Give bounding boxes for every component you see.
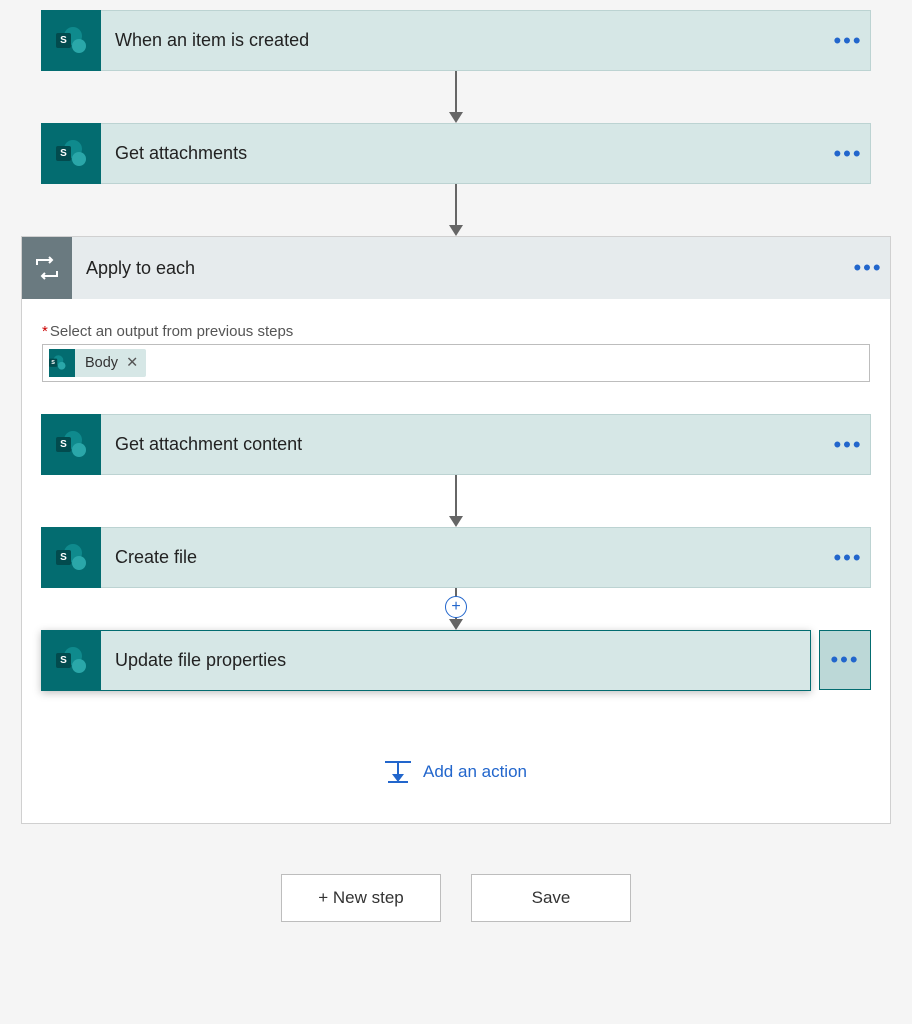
token-remove-icon[interactable]: ✕ <box>126 355 138 371</box>
dynamic-content-token[interactable]: S Body ✕ <box>49 349 146 377</box>
sharepoint-icon: S <box>41 10 101 71</box>
add-action-icon <box>385 761 411 783</box>
flow-canvas: S When an item is created ••• S Get atta… <box>0 10 912 922</box>
sharepoint-icon: S <box>41 630 101 691</box>
update-file-properties-card[interactable]: S Update file properties <box>41 630 811 691</box>
card-menu-button[interactable]: ••• <box>819 630 871 690</box>
connector-arrow[interactable]: + <box>449 588 463 630</box>
footer-buttons: + New step Save <box>281 874 631 922</box>
create-file-card[interactable]: S Create file ••• <box>41 527 871 588</box>
card-title: Get attachment content <box>101 434 826 455</box>
card-title: Get attachments <box>101 143 826 164</box>
loop-icon <box>22 237 72 299</box>
card-menu-button[interactable]: ••• <box>846 255 890 281</box>
apply-to-each-container: Apply to each ••• *Select an output from… <box>21 236 891 824</box>
card-title: Create file <box>101 547 826 568</box>
new-step-button[interactable]: + New step <box>281 874 441 922</box>
get-attachment-content-card[interactable]: S Get attachment content ••• <box>41 414 871 475</box>
connector-arrow[interactable] <box>449 71 463 123</box>
save-button[interactable]: Save <box>471 874 631 922</box>
sharepoint-icon: S <box>41 414 101 475</box>
sharepoint-icon: S <box>49 349 75 377</box>
trigger-card[interactable]: S When an item is created ••• <box>41 10 871 71</box>
card-menu-button[interactable]: ••• <box>826 528 870 588</box>
get-attachments-card[interactable]: S Get attachments ••• <box>41 123 871 184</box>
connector-arrow[interactable] <box>449 184 463 236</box>
field-label: *Select an output from previous steps <box>42 323 870 340</box>
loop-title: Apply to each <box>72 258 846 279</box>
card-menu-button[interactable]: ••• <box>826 11 870 71</box>
card-menu-button[interactable]: ••• <box>826 124 870 184</box>
card-title: When an item is created <box>101 30 826 51</box>
card-title: Update file properties <box>101 650 810 671</box>
card-menu-button[interactable]: ••• <box>826 415 870 475</box>
apply-to-each-header[interactable]: Apply to each ••• <box>22 237 890 299</box>
add-action-button[interactable]: Add an action <box>385 761 527 783</box>
loop-body: *Select an output from previous steps S … <box>22 299 890 823</box>
connector-arrow[interactable] <box>449 475 463 527</box>
token-label: Body <box>85 355 118 371</box>
sharepoint-icon: S <box>41 527 101 588</box>
sharepoint-icon: S <box>41 123 101 184</box>
insert-step-button[interactable]: + <box>445 596 467 618</box>
output-selector-input[interactable]: S Body ✕ <box>42 344 870 382</box>
